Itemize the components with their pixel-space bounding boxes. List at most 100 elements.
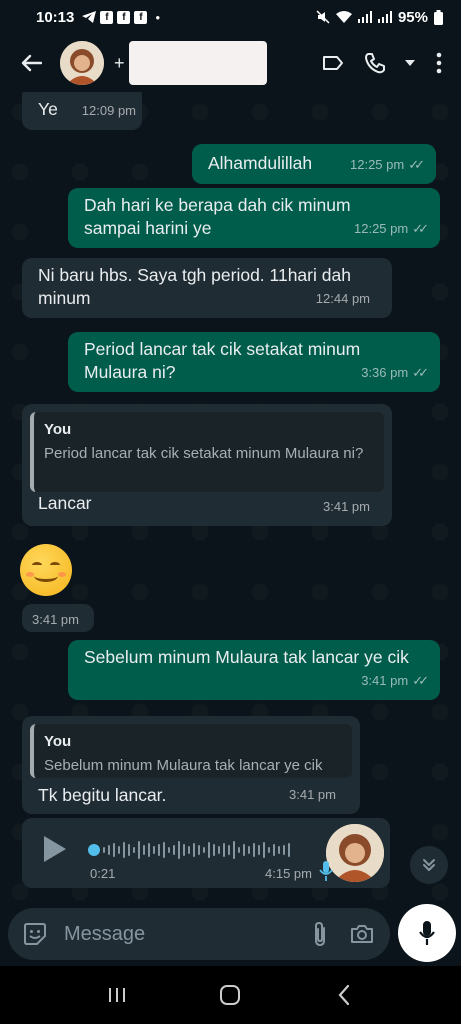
signal-icon (357, 11, 372, 23)
waveform-bar (263, 842, 265, 858)
avatar[interactable] (60, 41, 104, 85)
back-nav-icon[interactable] (324, 975, 364, 1015)
message-meta: 3:36 pm ✓✓ (361, 361, 429, 384)
telegram-icon (82, 11, 97, 23)
label-icon[interactable] (319, 49, 347, 77)
voice-waveform[interactable] (88, 840, 310, 860)
waveform-bar (153, 846, 155, 854)
sticker-icon[interactable] (22, 921, 48, 947)
signal-icon (377, 11, 392, 23)
message-meta: 12:09 pm (82, 99, 136, 122)
chat-area[interactable]: Ye 12:09 pm Alhamdulillah 12:25 pm ✓✓ Dah… (0, 92, 461, 904)
quote-author: You (44, 733, 72, 750)
waveform-bar (133, 847, 135, 853)
more-vert-icon[interactable] (431, 49, 447, 77)
wifi-icon (335, 10, 352, 23)
waveform-bar (138, 841, 140, 859)
message-bubble-in[interactable]: You Period lancar tak cik setakat minum … (22, 404, 392, 526)
camera-icon[interactable] (348, 920, 376, 948)
waveform-bar (228, 845, 230, 855)
message-time: 12:44 pm (315, 291, 370, 306)
waveform-bar (208, 842, 210, 858)
waveform-bar (118, 846, 120, 854)
waveform-bar (108, 845, 110, 855)
quote-text: Sebelum minum Mulaura tak lancar ye cik (44, 757, 323, 774)
waveform-bar (218, 846, 220, 854)
waveform-bar (243, 844, 245, 856)
waveform-bar (168, 847, 170, 853)
waveform-bar (278, 846, 280, 854)
message-text: Lancar (38, 493, 92, 513)
chevron-down-double-icon (423, 859, 435, 871)
battery-icon (434, 9, 443, 25)
message-input[interactable]: Message (64, 923, 306, 946)
voice-duration: 0:21 (90, 866, 116, 881)
waveform-bar (238, 847, 240, 853)
message-text: Tk begitu lancar. (38, 785, 167, 805)
waveform-bar (193, 843, 195, 857)
waveform-bar (233, 841, 235, 859)
mic-icon (419, 921, 435, 945)
message-bubble-out[interactable]: Sebelum minum Mulaura tak lancar ye cik … (68, 640, 440, 700)
input-bar: Message (0, 904, 461, 966)
quoted-message[interactable]: You Sebelum minum Mulaura tak lancar ye … (30, 724, 352, 778)
message-text: Sebelum minum Mulaura tak lancar ye cik (84, 647, 409, 667)
waveform-bar (183, 844, 185, 856)
waveform-bar (268, 847, 270, 853)
waveform-bar (143, 845, 145, 855)
message-bubble-out[interactable]: Alhamdulillah 12:25 pm ✓✓ (192, 144, 436, 184)
message-time: 12:25 pm (354, 221, 409, 236)
scroll-to-bottom-button[interactable] (410, 846, 448, 884)
message-time: 3:41 pm (32, 612, 79, 627)
message-bubble-in[interactable]: Ni baru hbs. Saya tgh period. 11hari dah… (22, 258, 392, 318)
play-icon[interactable] (44, 836, 66, 862)
waveform-bar (128, 844, 130, 856)
attach-icon[interactable] (306, 920, 334, 948)
status-time: 10:13 (36, 8, 75, 26)
message-text: Ye (38, 99, 58, 119)
message-bubble-out[interactable]: Dah hari ke berapa dah cik minum sampai … (68, 188, 440, 248)
waveform-bar (163, 842, 165, 858)
message-text: Dah hari ke berapa dah cik minum sampai … (84, 195, 351, 238)
message-time: 12:09 pm (81, 103, 136, 118)
phone-icon[interactable] (361, 49, 389, 77)
message-bubble-in[interactable]: You Sebelum minum Mulaura tak lancar ye … (22, 716, 360, 814)
back-arrow-icon[interactable] (10, 42, 52, 84)
waveform-bar (213, 844, 215, 856)
waveform-bar (188, 846, 190, 854)
mic-record-button[interactable] (398, 904, 456, 962)
contact-name[interactable]: + (114, 41, 267, 85)
message-meta: 12:25 pm ✓✓ (354, 217, 429, 240)
waveform-bar (288, 843, 290, 857)
waveform-bar (273, 844, 275, 856)
quoted-message[interactable]: You Period lancar tak cik setakat minum … (30, 412, 384, 492)
message-bubble-out[interactable]: Period lancar tak cik setakat minum Mula… (68, 332, 440, 392)
message-bubble-in[interactable]: Ye 12:09 pm (22, 92, 142, 130)
message-time: 3:41 pm (289, 787, 336, 802)
dot-icon: ● (155, 12, 161, 22)
contact-prefix: + (114, 52, 125, 73)
redacted-contact (128, 41, 267, 85)
message-text: Alhamdulillah (208, 153, 313, 173)
read-ticks-icon: ✓✓ (412, 221, 429, 236)
message-text: Period lancar tak cik setakat minum Mula… (84, 339, 361, 382)
waveform-bar (103, 847, 105, 853)
voice-sender-avatar (326, 824, 384, 882)
smile-emoji[interactable] (20, 544, 72, 596)
playhead-dot[interactable] (88, 844, 100, 856)
waveform-bar (248, 846, 250, 854)
system-icons: 95% (316, 9, 443, 26)
message-input-container[interactable]: Message (8, 908, 390, 960)
quote-text: Period lancar tak cik setakat minum Mula… (44, 445, 364, 462)
home-icon[interactable] (210, 975, 250, 1015)
waveform-bar (113, 843, 115, 857)
facebook-icon: f (117, 10, 131, 24)
message-time-chip: 3:41 pm (22, 604, 94, 632)
message-time: 3:41 pm (323, 499, 370, 514)
waveform-bar (173, 845, 175, 855)
message-time: 3:36 pm (361, 365, 409, 380)
system-nav-bar (0, 966, 461, 1024)
message-meta: 12:44 pm (316, 287, 370, 310)
recent-apps-icon[interactable] (97, 975, 137, 1015)
call-dropdown-icon[interactable] (403, 49, 417, 77)
